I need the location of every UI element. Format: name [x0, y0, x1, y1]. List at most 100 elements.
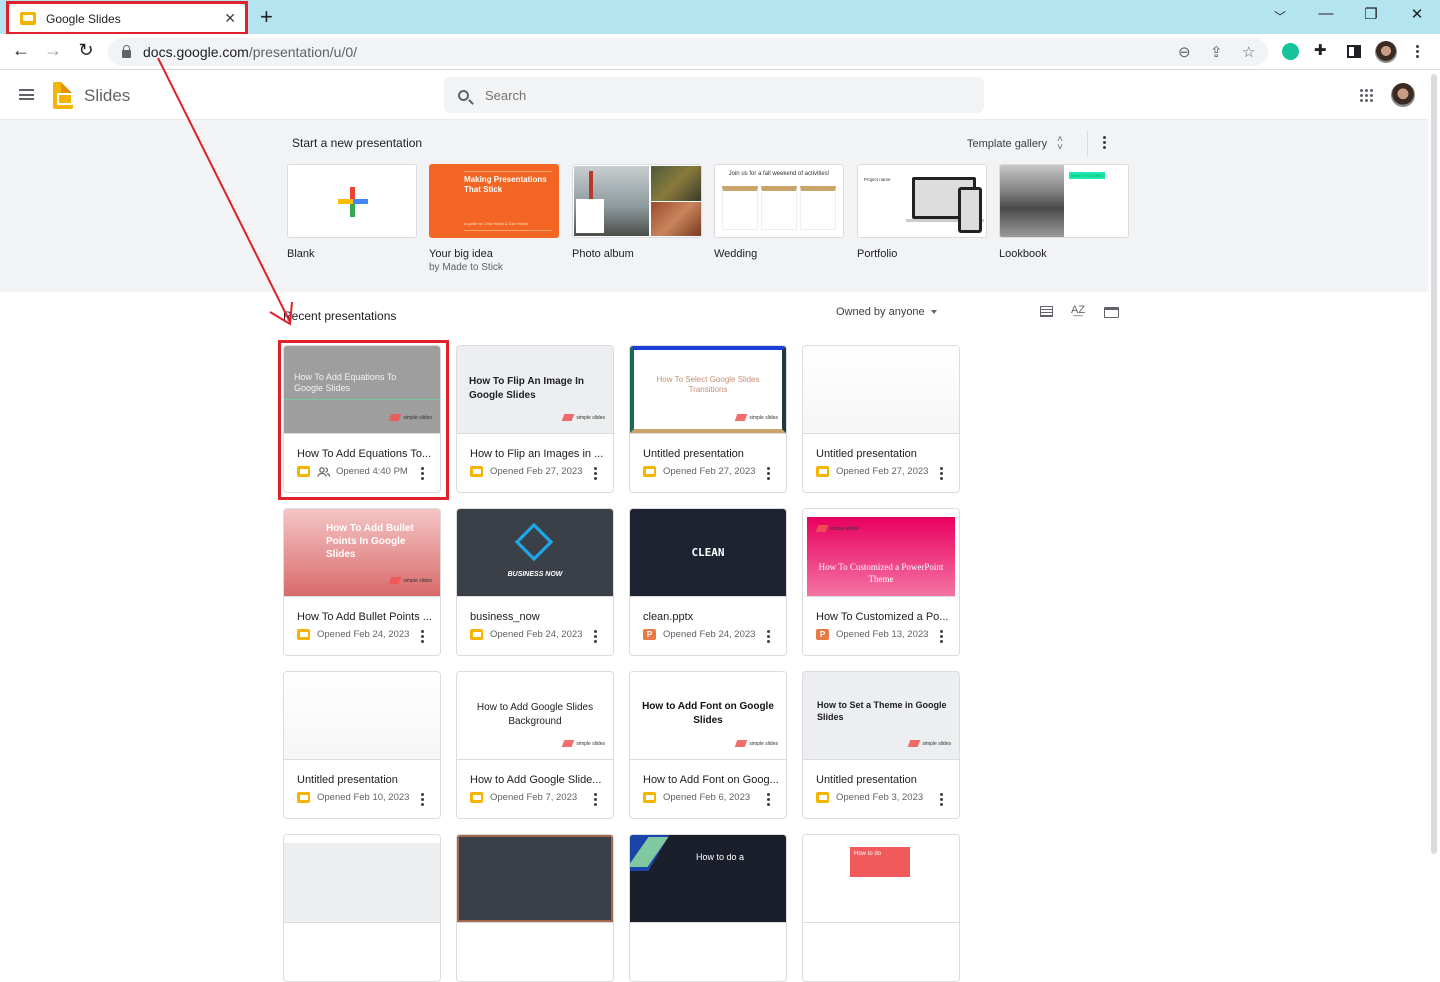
- more-actions-icon[interactable]: [767, 630, 770, 643]
- presentation-card[interactable]: CLEAN clean.pptx P Opened Feb 24, 2023: [629, 508, 787, 656]
- more-actions-icon[interactable]: [421, 467, 424, 480]
- search-icon[interactable]: [458, 89, 469, 101]
- grammarly-extension-icon[interactable]: [1282, 43, 1299, 60]
- presentation-thumbnail[interactable]: [284, 835, 440, 923]
- presentation-title[interactable]: Untitled presentation: [297, 774, 435, 786]
- presentation-thumbnail[interactable]: How to do a: [630, 835, 786, 923]
- scrollbar-thumb[interactable]: [1431, 74, 1437, 854]
- presentation-title[interactable]: How To Add Equations To...: [297, 448, 435, 460]
- presentation-thumbnail[interactable]: [457, 835, 613, 923]
- template-thumbnail[interactable]: Join us for a fall weekend of activities…: [714, 164, 844, 238]
- presentation-card[interactable]: BUSINESS NOW business_now Opened Feb 24, 2…: [456, 508, 614, 656]
- presentation-card[interactable]: How to do a: [629, 834, 787, 982]
- extensions-puzzle-icon[interactable]: ✚: [1314, 41, 1327, 59]
- presentation-thumbnail[interactable]: BUSINESS NOW: [457, 509, 613, 597]
- template-your-big-idea[interactable]: Making Presentations That Stick A guide …: [429, 164, 559, 275]
- share-icon[interactable]: ⇪: [1210, 43, 1223, 61]
- template-thumbnail[interactable]: [287, 164, 417, 238]
- template-blank[interactable]: Blank: [287, 164, 417, 261]
- browser-profile-avatar[interactable]: [1375, 41, 1397, 63]
- slides-logo-icon[interactable]: [53, 82, 73, 109]
- presentation-thumbnail[interactable]: How to Set a Theme in Google Slides simpl…: [803, 672, 959, 760]
- more-actions-icon[interactable]: [767, 793, 770, 806]
- minimize-button[interactable]: —: [1314, 5, 1338, 22]
- more-actions-icon[interactable]: [767, 467, 770, 480]
- reload-button[interactable]: ↻: [74, 40, 98, 61]
- browser-tab-google-slides[interactable]: Google Slides ✕: [8, 3, 246, 34]
- restore-button[interactable]: ❐: [1359, 5, 1383, 23]
- presentation-title[interactable]: How To Customized a Po...: [816, 611, 954, 623]
- template-thumbnail[interactable]: WHAT I'M DOING: [999, 164, 1129, 238]
- template-more-options-icon[interactable]: [1103, 136, 1106, 149]
- address-bar[interactable]: docs.google.com/presentation/u/0/ ⊖ ⇪ ☆: [108, 38, 1268, 66]
- more-actions-icon[interactable]: [421, 793, 424, 806]
- template-wedding[interactable]: Join us for a fall weekend of activities…: [714, 164, 844, 261]
- presentation-thumbnail[interactable]: How to Add Font on Google Slides simple s…: [630, 672, 786, 760]
- open-file-picker-folder-icon[interactable]: [1104, 307, 1119, 318]
- presentation-thumbnail[interactable]: How To Add Equations To Google Slides sim…: [284, 346, 440, 434]
- more-actions-icon[interactable]: [594, 467, 597, 480]
- side-panel-icon[interactable]: [1347, 45, 1361, 58]
- presentation-title[interactable]: clean.pptx: [643, 611, 781, 623]
- close-window-button[interactable]: ✕: [1405, 5, 1429, 23]
- presentation-card[interactable]: How to Set a Theme in Google Slides simpl…: [802, 671, 960, 819]
- sort-az-icon[interactable]: A͟Z: [1071, 304, 1085, 316]
- presentation-card[interactable]: How To Customized a PowerPoint Theme simp…: [802, 508, 960, 656]
- template-lookbook[interactable]: WHAT I'M DOING Lookbook: [999, 164, 1129, 261]
- presentation-thumbnail[interactable]: [803, 346, 959, 434]
- presentation-title[interactable]: Untitled presentation: [816, 774, 954, 786]
- presentation-card[interactable]: How To Select Google Slides Transitions s…: [629, 345, 787, 493]
- presentation-card[interactable]: How To Add Equations To Google Slides sim…: [283, 345, 441, 493]
- presentation-thumbnail[interactable]: How to do: [803, 835, 959, 923]
- template-thumbnail[interactable]: [572, 164, 702, 238]
- account-avatar[interactable]: [1391, 83, 1415, 107]
- presentation-thumbnail[interactable]: How To Select Google Slides Transitions s…: [630, 346, 786, 434]
- list-view-icon[interactable]: [1040, 306, 1053, 317]
- presentation-thumbnail[interactable]: How To Customized a PowerPoint Theme simp…: [803, 509, 959, 597]
- presentation-thumbnail[interactable]: How To Flip An Image In Google Slides sim…: [457, 346, 613, 434]
- presentation-title[interactable]: How to Add Font on Goog...: [643, 774, 781, 786]
- presentation-card[interactable]: How to Add Google Slides Background simpl…: [456, 671, 614, 819]
- presentation-thumbnail[interactable]: How To Add Bullet Points In Google Slide…: [284, 509, 440, 597]
- main-menu-icon[interactable]: [19, 89, 34, 100]
- app-name[interactable]: Slides: [84, 86, 130, 106]
- more-actions-icon[interactable]: [421, 630, 424, 643]
- more-actions-icon[interactable]: [594, 630, 597, 643]
- close-tab-icon[interactable]: ✕: [224, 10, 236, 27]
- search-bar[interactable]: [444, 77, 984, 113]
- presentation-card[interactable]: Untitled presentation Opened Feb 10, 2023: [283, 671, 441, 819]
- presentation-title[interactable]: Untitled presentation: [816, 448, 954, 460]
- presentation-thumbnail[interactable]: CLEAN: [630, 509, 786, 597]
- more-actions-icon[interactable]: [940, 467, 943, 480]
- new-tab-button[interactable]: +: [260, 4, 273, 30]
- bookmark-star-icon[interactable]: ☆: [1242, 43, 1255, 61]
- google-apps-icon[interactable]: [1360, 89, 1373, 102]
- zoom-out-icon[interactable]: ⊖: [1178, 43, 1191, 61]
- more-actions-icon[interactable]: [940, 630, 943, 643]
- presentation-title[interactable]: How to Add Google Slide...: [470, 774, 608, 786]
- presentation-card[interactable]: How To Add Bullet Points In Google Slide…: [283, 508, 441, 656]
- more-actions-icon[interactable]: [940, 793, 943, 806]
- presentation-card[interactable]: [283, 834, 441, 982]
- presentation-title[interactable]: How To Add Bullet Points ...: [297, 611, 435, 623]
- presentation-thumbnail[interactable]: How to Add Google Slides Background simpl…: [457, 672, 613, 760]
- search-input[interactable]: [485, 87, 965, 103]
- presentation-card[interactable]: Untitled presentation Opened Feb 27, 2023: [802, 345, 960, 493]
- template-gallery-button[interactable]: Template gallery ˄ ˅: [967, 135, 1063, 153]
- presentation-card[interactable]: How To Flip An Image In Google Slides sim…: [456, 345, 614, 493]
- forward-button[interactable]: →: [41, 40, 65, 61]
- template-portfolio[interactable]: Project name Portfolio: [857, 164, 987, 261]
- presentation-title[interactable]: business_now: [470, 611, 608, 623]
- template-photo-album[interactable]: Photo album: [572, 164, 702, 261]
- owner-filter-dropdown[interactable]: Owned by anyone: [836, 306, 937, 318]
- presentation-thumbnail[interactable]: [284, 672, 440, 760]
- presentation-card[interactable]: [456, 834, 614, 982]
- more-actions-icon[interactable]: [594, 793, 597, 806]
- presentation-title[interactable]: Untitled presentation: [643, 448, 781, 460]
- template-thumbnail[interactable]: Making Presentations That Stick A guide …: [429, 164, 559, 238]
- template-thumbnail[interactable]: Project name: [857, 164, 987, 238]
- back-button[interactable]: ←: [9, 40, 33, 61]
- browser-menu-icon[interactable]: [1416, 45, 1419, 58]
- presentation-card[interactable]: How to Add Font on Google Slides simple s…: [629, 671, 787, 819]
- presentation-title[interactable]: How to Flip an Images in ...: [470, 448, 608, 460]
